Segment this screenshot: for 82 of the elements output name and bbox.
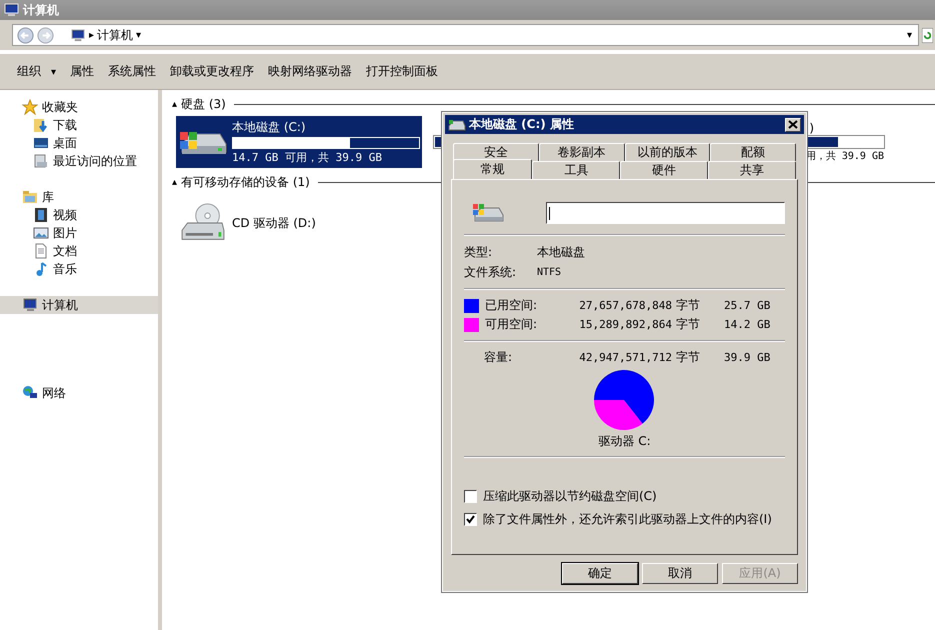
back-icon[interactable] <box>17 26 34 44</box>
computer-icon <box>71 28 86 42</box>
free-space-text: 14.7 GB 可用，共 39.9 GB <box>232 150 383 165</box>
usage-label: 已用空间: <box>485 297 538 314</box>
sidebar-icon <box>22 99 38 115</box>
capacity-label: 容量: <box>483 349 514 366</box>
path-segment[interactable]: 计算机 <box>97 26 134 44</box>
tab[interactable]: 配额 <box>710 143 796 161</box>
checkbox-label[interactable]: 除了文件属性外，还允许索引此驱动器上文件的内容(I) <box>483 511 773 528</box>
tab[interactable]: 安全 <box>453 143 539 161</box>
sidebar-item[interactable]: 计算机 <box>0 296 158 314</box>
sidebar-item[interactable]: 桌面 <box>0 134 158 152</box>
chart-title: 驱动器 C: <box>598 433 651 450</box>
dialog-button[interactable]: 确定 <box>562 563 638 584</box>
drive-icon <box>448 118 466 130</box>
computer-icon <box>4 3 20 17</box>
collapse-icon[interactable]: ▴ <box>172 98 178 110</box>
sidebar-icon <box>22 189 38 205</box>
tab[interactable]: 工具 <box>532 161 620 179</box>
byte-unit: 字节 <box>675 297 701 314</box>
sidebar-icon <box>33 153 49 169</box>
tab[interactable]: 卷影副本 <box>538 143 624 161</box>
tab[interactable]: 硬件 <box>620 161 708 179</box>
group-header[interactable]: 有可移动存储的设备 (1) <box>181 174 310 190</box>
window-title: 计算机 <box>23 2 59 18</box>
caret-icon[interactable]: ▾ <box>136 30 142 40</box>
sidebar-icon <box>33 117 49 133</box>
sidebar-icon <box>22 385 38 401</box>
tab[interactable]: 共享 <box>708 161 796 179</box>
checkbox-label[interactable]: 压缩此驱动器以节约磁盘空间(C) <box>483 488 773 505</box>
caret-icon[interactable]: ▸ <box>89 30 94 40</box>
toolbar-button[interactable]: 属性 <box>63 59 102 84</box>
toolbar-button[interactable]: 映射网络驱动器 <box>261 59 360 84</box>
byte-count: 15,289,892,864 <box>578 318 672 331</box>
drive-tile[interactable]: 本地磁盘 (C:) 14.7 GB 可用，共 39.9 GB <box>176 116 422 168</box>
drive-name: 本地磁盘 (C:) <box>232 119 307 136</box>
size-value: 39.9 GB <box>724 351 770 364</box>
sidebar-item[interactable]: 视频 <box>0 206 158 224</box>
dropdown-icon[interactable]: ▾ <box>906 30 912 40</box>
checkbox[interactable] <box>464 490 477 503</box>
sidebar-item[interactable]: 文档 <box>0 242 158 260</box>
collapse-icon[interactable]: ▴ <box>172 176 178 188</box>
sidebar-item[interactable]: 库 <box>0 188 158 206</box>
sidebar-icon <box>33 135 49 151</box>
toolbar-button[interactable]: 系统属性 <box>101 59 164 84</box>
drive-name: CD 驱动器 (D:) <box>232 214 317 232</box>
byte-unit: 字节 <box>675 349 701 366</box>
sidebar-icon <box>22 297 38 313</box>
property-label: 类型: <box>464 244 494 260</box>
checkbox[interactable] <box>464 513 477 526</box>
sidebar-item[interactable]: 收藏夹 <box>0 98 158 116</box>
sidebar-icon <box>33 207 49 223</box>
property-value: 本地磁盘 <box>537 244 585 260</box>
volume-label-field[interactable] <box>546 202 785 224</box>
byte-count: 42,947,571,712 <box>578 351 672 364</box>
tab[interactable]: 常规 <box>453 159 532 179</box>
property-label: 文件系统: <box>464 264 518 280</box>
property-value: NTFS <box>537 266 562 278</box>
sidebar-icon <box>33 225 49 241</box>
sidebar-icon <box>33 243 49 259</box>
size-value: 25.7 GB <box>724 299 770 312</box>
group-header[interactable]: 硬盘 (3) <box>181 96 226 112</box>
tab[interactable]: 以前的版本 <box>624 143 710 161</box>
byte-unit: 字节 <box>675 316 701 333</box>
toolbar-button[interactable]: 卸载或更改程序 <box>163 59 262 84</box>
byte-count: 27,657,678,848 <box>578 299 672 312</box>
size-value: 14.2 GB <box>724 318 770 331</box>
toolbar-button[interactable]: 组织 ▾ <box>10 59 64 84</box>
drive-tile[interactable]: CD 驱动器 (D:) <box>176 194 422 252</box>
refresh-icon[interactable] <box>922 28 933 42</box>
dialog-title: 本地磁盘 (C:) 属性 <box>469 116 574 133</box>
sidebar-item[interactable]: 音乐 <box>0 260 158 278</box>
drive-name: ) <box>809 121 814 135</box>
sidebar-item[interactable]: 最近访问的位置 <box>0 152 158 170</box>
sidebar-item[interactable]: 网络 <box>0 384 158 402</box>
close-button[interactable] <box>785 118 801 132</box>
address-bar[interactable]: ▸ 计算机 ▾ ▾ <box>12 24 919 46</box>
sidebar-item[interactable]: 下载 <box>0 116 158 134</box>
toolbar-button[interactable]: 打开控制面板 <box>359 59 446 84</box>
dialog-button[interactable]: 取消 <box>642 563 718 584</box>
sidebar-item[interactable]: 图片 <box>0 224 158 242</box>
usage-label: 可用空间: <box>485 316 538 333</box>
